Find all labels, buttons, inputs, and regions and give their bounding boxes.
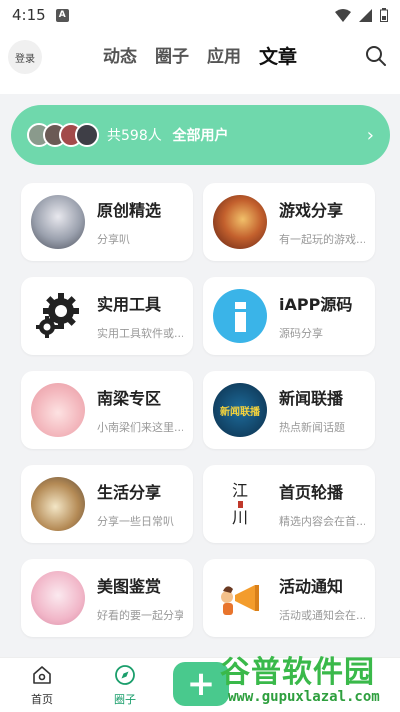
- card-subtitle: 有一起玩的游戏...: [279, 233, 365, 246]
- category-card-carousel[interactable]: 江 川 首页轮播 精选内容会在首...: [203, 465, 375, 543]
- category-card-games[interactable]: 游戏分享 有一起玩的游戏...: [203, 183, 375, 261]
- top-header: 登录 动态 圈子 应用 文章: [0, 30, 400, 94]
- tab-circle[interactable]: 圈子: [153, 42, 191, 69]
- tab-apps[interactable]: 应用: [205, 42, 243, 69]
- watermark-url: www.gupuxlazal.com: [228, 689, 380, 705]
- battery-icon: [380, 8, 388, 22]
- card-subtitle: 小南梁们来这里...: [97, 421, 183, 434]
- drink-cup-icon: [31, 477, 85, 531]
- category-card-nanliang[interactable]: 南梁专区 小南梁们来这里...: [21, 371, 193, 449]
- card-title: 新闻联播: [279, 389, 344, 408]
- card-title: iAPP源码: [279, 295, 353, 314]
- anime-girl-icon: [31, 195, 85, 249]
- card-title: 首页轮播: [279, 483, 344, 502]
- search-icon[interactable]: [364, 44, 388, 68]
- pink-anime-icon: [31, 383, 85, 437]
- nav-home-label: 首页: [31, 693, 53, 706]
- news-globe-icon: 新闻联播: [213, 383, 267, 437]
- card-title: 活动通知: [279, 577, 344, 596]
- watermark-main-text: 谷普软件园: [220, 655, 375, 690]
- category-card-events[interactable]: 活动通知 活动或通知会在...: [203, 559, 375, 637]
- calligraphy-icon: 江 川: [213, 477, 267, 531]
- wifi-icon: [335, 8, 351, 22]
- category-card-news[interactable]: 新闻联播 新闻联播 热点新闻话题: [203, 371, 375, 449]
- nav-circle-label: 圈子: [114, 693, 136, 706]
- all-users-banner[interactable]: 共598人 全部用户 ›: [11, 105, 390, 165]
- category-tabs: 动态 圈子 应用 文章: [0, 42, 400, 69]
- card-title: 南梁专区: [97, 389, 162, 408]
- card-subtitle: 源码分享: [279, 327, 323, 340]
- tab-dynamic[interactable]: 动态: [101, 42, 139, 69]
- user-avatars: [27, 123, 99, 147]
- category-card-life[interactable]: 生活分享 分享一些日常叭: [21, 465, 193, 543]
- category-card-tools[interactable]: 实用工具 实用工具软件或...: [21, 277, 193, 355]
- plus-icon: +: [186, 664, 216, 704]
- card-title: 游戏分享: [279, 201, 344, 220]
- avatar: [75, 123, 99, 147]
- tab-articles[interactable]: 文章: [257, 42, 299, 69]
- chevron-right-icon: ›: [366, 124, 374, 146]
- site-watermark: 谷普软件园 www.gupuxlazal.com: [216, 645, 396, 709]
- nav-circle[interactable]: 圈子: [100, 664, 150, 707]
- pink-hair-anime-icon: [31, 571, 85, 625]
- news-icon-text: 新闻联播: [220, 406, 260, 418]
- card-subtitle: 分享一些日常叭: [97, 515, 174, 528]
- status-bar: 4:15 A: [0, 0, 400, 30]
- card-title: 生活分享: [97, 483, 162, 502]
- user-count: 共598人: [107, 128, 162, 144]
- card-subtitle: 热点新闻话题: [279, 421, 345, 434]
- card-title: 原创精选: [97, 201, 162, 220]
- seal-icon: [237, 500, 243, 508]
- category-card-iapp[interactable]: iAPP源码 源码分享: [203, 277, 375, 355]
- calligraphy-char-1: 江: [231, 480, 248, 500]
- nav-home[interactable]: 首页: [17, 664, 67, 707]
- card-title: 美图鉴赏: [97, 577, 162, 596]
- status-icons: [335, 8, 388, 22]
- card-subtitle: 活动或通知会在...: [279, 609, 365, 622]
- notification-icon: A: [55, 8, 69, 22]
- category-card-pictures[interactable]: 美图鉴赏 好看的要一起分享: [21, 559, 193, 637]
- calligraphy-char-2: 川: [231, 507, 248, 527]
- signal-icon: [359, 8, 372, 22]
- game-hero-icon: [213, 195, 267, 249]
- category-grid: 原创精选 分享叭 游戏分享 有一起玩的游戏... 实用工具 实用工具软件或...…: [21, 183, 375, 637]
- category-card-original[interactable]: 原创精选 分享叭: [21, 183, 193, 261]
- card-subtitle: 好看的要一起分享: [97, 609, 183, 622]
- gears-icon: [31, 289, 85, 343]
- status-time: 4:15: [12, 6, 46, 24]
- home-icon: [33, 666, 51, 684]
- info-i-icon: [213, 289, 267, 343]
- card-title: 实用工具: [97, 295, 162, 314]
- card-subtitle: 精选内容会在首...: [279, 515, 365, 528]
- megaphone-icon: [213, 571, 267, 625]
- card-subtitle: 实用工具软件或...: [97, 327, 183, 340]
- card-subtitle: 分享叭: [97, 233, 130, 246]
- compass-icon: [115, 665, 135, 685]
